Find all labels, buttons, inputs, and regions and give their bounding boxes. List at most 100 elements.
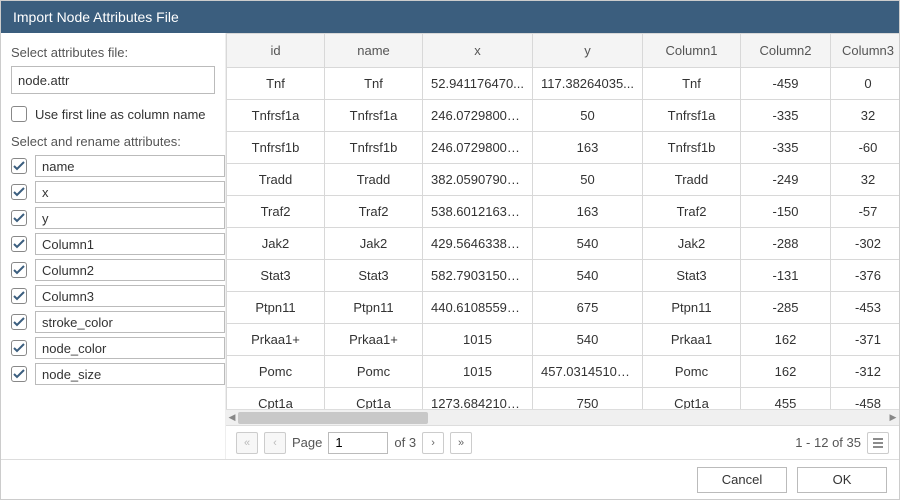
right-panel: idnamexyColumn1Column2Column3 TnfTnf52.9… [226, 33, 899, 459]
table-cell: 1273.6842105... [423, 388, 533, 410]
attr-name-input[interactable] [35, 207, 225, 229]
attr-name-input[interactable] [35, 285, 225, 307]
attr-checkbox[interactable] [11, 184, 27, 200]
attr-row [11, 337, 215, 359]
page-label: Page [292, 435, 322, 450]
attr-row [11, 311, 215, 333]
prev-page-button[interactable]: ‹ [264, 432, 286, 454]
table-cell: Cpt1a [325, 388, 423, 410]
table-cell: -453 [831, 292, 900, 324]
import-dialog: Import Node Attributes File Select attri… [0, 0, 900, 500]
attr-row [11, 181, 215, 203]
table-cell: 163 [533, 196, 643, 228]
attr-row [11, 207, 215, 229]
table-cell: -335 [741, 132, 831, 164]
page-range: 1 - 12 of 35 [795, 435, 861, 450]
table-cell: -312 [831, 356, 900, 388]
column-header[interactable]: x [423, 34, 533, 68]
attr-name-input[interactable] [35, 363, 225, 385]
table-row[interactable]: Tnfrsf1aTnfrsf1a246.07298001...50Tnfrsf1… [227, 100, 900, 132]
table-row[interactable]: TraddTradd382.05907906...50Tradd-24932 [227, 164, 900, 196]
scroll-left-icon[interactable]: ◀ [226, 410, 238, 426]
attr-checkbox[interactable] [11, 340, 27, 356]
cancel-button[interactable]: Cancel [697, 467, 787, 493]
table-cell: Pomc [643, 356, 741, 388]
table-row[interactable]: Jak2Jak2429.56463384...540Jak2-288-302 [227, 228, 900, 260]
attr-name-input[interactable] [35, 233, 225, 255]
table-cell: Traf2 [325, 196, 423, 228]
table-cell: 50 [533, 100, 643, 132]
attr-checkbox[interactable] [11, 288, 27, 304]
table-cell: 455 [741, 388, 831, 410]
table-row[interactable]: Cpt1aCpt1a1273.6842105...750Cpt1a455-458 [227, 388, 900, 410]
table-row[interactable]: Traf2Traf2538.60121633...163Traf2-150-57 [227, 196, 900, 228]
table-cell: Tnfrsf1b [227, 132, 325, 164]
attr-checkbox[interactable] [11, 366, 27, 382]
attr-checkbox[interactable] [11, 314, 27, 330]
horizontal-scrollbar[interactable]: ◀ ▶ [226, 409, 899, 425]
attr-name-input[interactable] [35, 311, 225, 333]
attr-row [11, 155, 215, 177]
menu-icon[interactable] [867, 432, 889, 454]
table-cell: 246.07298001... [423, 132, 533, 164]
table-row[interactable]: Prkaa1+Prkaa1+1015540Prkaa1162-371 [227, 324, 900, 356]
use-first-line-checkbox[interactable] [11, 106, 27, 122]
table-cell: Traf2 [227, 196, 325, 228]
attr-checkbox[interactable] [11, 262, 27, 278]
column-header[interactable]: Column1 [643, 34, 741, 68]
table-cell: 582.79031508... [423, 260, 533, 292]
last-page-button[interactable]: » [450, 432, 472, 454]
file-input[interactable] [11, 66, 215, 94]
next-page-button[interactable]: › [422, 432, 444, 454]
table-cell: 52.941176470... [423, 68, 533, 100]
table-cell: 540 [533, 260, 643, 292]
column-header[interactable]: y [533, 34, 643, 68]
table-cell: Prkaa1 [643, 324, 741, 356]
column-header[interactable]: id [227, 34, 325, 68]
table-cell: -458 [831, 388, 900, 410]
table-cell: Tnfrsf1a [325, 100, 423, 132]
table-row[interactable]: TnfTnf52.941176470...117.38264035...Tnf-… [227, 68, 900, 100]
attr-name-input[interactable] [35, 259, 225, 281]
table-cell: 117.38264035... [533, 68, 643, 100]
scroll-right-icon[interactable]: ▶ [887, 410, 899, 426]
ok-button[interactable]: OK [797, 467, 887, 493]
table-cell: Pomc [227, 356, 325, 388]
table-row[interactable]: Tnfrsf1bTnfrsf1b246.07298001...163Tnfrsf… [227, 132, 900, 164]
table-cell: 246.07298001... [423, 100, 533, 132]
attr-name-input[interactable] [35, 181, 225, 203]
table-cell: 540 [533, 324, 643, 356]
table-cell: 32 [831, 164, 900, 196]
attr-checkbox[interactable] [11, 158, 27, 174]
table-row[interactable]: Stat3Stat3582.79031508...540Stat3-131-37… [227, 260, 900, 292]
table-row[interactable]: Ptpn11Ptpn11440.61085598...675Ptpn11-285… [227, 292, 900, 324]
column-header[interactable]: name [325, 34, 423, 68]
table-cell: -57 [831, 196, 900, 228]
attr-name-input[interactable] [35, 155, 225, 177]
table-cell: Ptpn11 [227, 292, 325, 324]
table-row[interactable]: PomcPomc1015457.03145101...Pomc162-312 [227, 356, 900, 388]
column-header[interactable]: Column3 [831, 34, 900, 68]
table-cell: Ptpn11 [643, 292, 741, 324]
attr-row [11, 259, 215, 281]
table-cell: 540 [533, 228, 643, 260]
table-cell: Ptpn11 [325, 292, 423, 324]
first-page-button[interactable]: « [236, 432, 258, 454]
table-cell: -150 [741, 196, 831, 228]
table-cell: Prkaa1+ [325, 324, 423, 356]
use-first-line-label: Use first line as column name [35, 107, 206, 122]
attr-name-input[interactable] [35, 337, 225, 359]
attr-checkbox[interactable] [11, 236, 27, 252]
pager: « ‹ Page of 3 › » 1 - 12 of 35 [226, 425, 899, 459]
rename-label: Select and rename attributes: [11, 134, 215, 149]
scrollbar-thumb[interactable] [238, 412, 428, 424]
attr-checkbox[interactable] [11, 210, 27, 226]
table-cell: Prkaa1+ [227, 324, 325, 356]
table-cell: -302 [831, 228, 900, 260]
page-input[interactable] [328, 432, 388, 454]
dialog-title: Import Node Attributes File [1, 1, 899, 33]
column-header[interactable]: Column2 [741, 34, 831, 68]
table-cell: 429.56463384... [423, 228, 533, 260]
table-cell: Stat3 [227, 260, 325, 292]
attr-row [11, 363, 215, 385]
